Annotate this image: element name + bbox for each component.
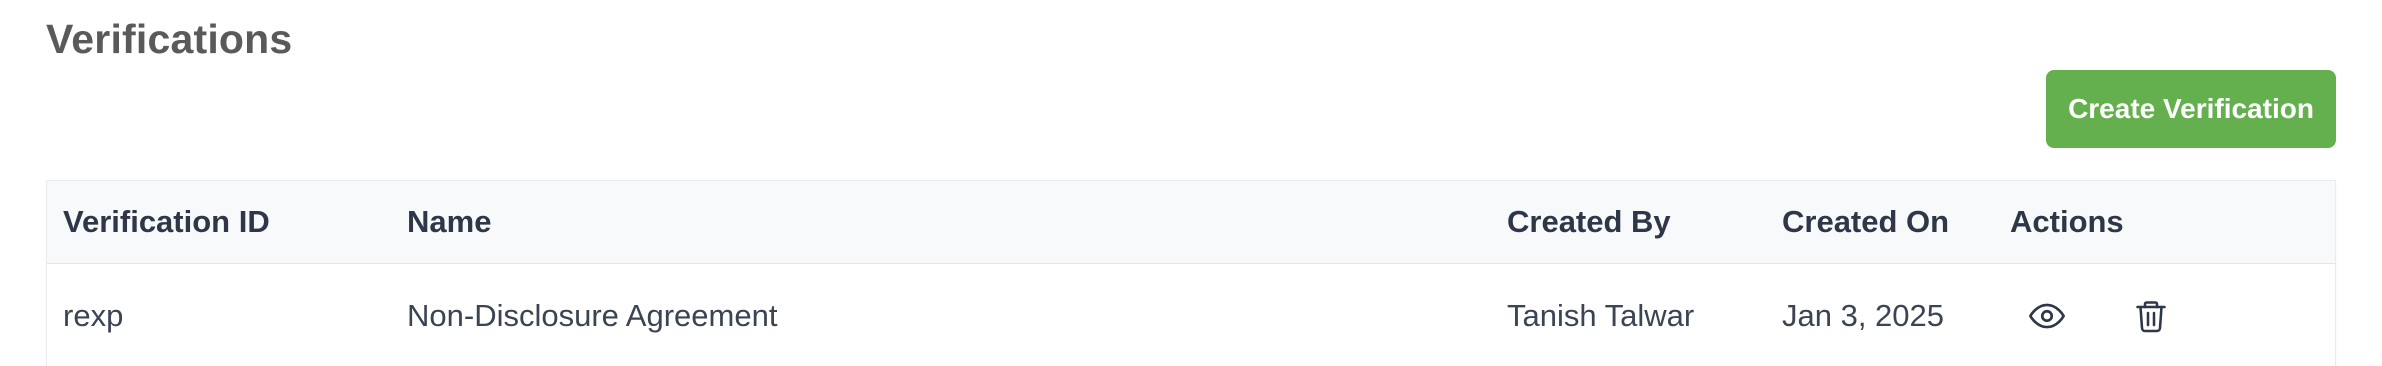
- eye-icon: [2029, 303, 2065, 329]
- trash-icon: [2136, 301, 2166, 333]
- column-header-created-by[interactable]: Created By: [1507, 181, 1671, 263]
- verifications-table: Verification ID Name Created By Created …: [46, 180, 2336, 366]
- cell-name: Non-Disclosure Agreement: [407, 298, 778, 333]
- delete-button[interactable]: [2126, 291, 2176, 341]
- page-title: Verifications: [46, 16, 293, 62]
- table-row[interactable]: rexp Non-Disclosure Agreement Tanish Tal…: [47, 264, 2335, 366]
- cell-created-on: Jan 3, 2025: [1782, 298, 1945, 333]
- table-header: Verification ID Name Created By Created …: [47, 181, 2335, 264]
- create-verification-label: Create Verification: [2068, 93, 2314, 124]
- column-header-actions: Actions: [2010, 204, 2124, 239]
- verifications-page: Verifications Create Verification Verifi…: [0, 0, 2382, 366]
- column-header-name[interactable]: Name: [407, 181, 491, 263]
- column-header-verification-id[interactable]: Verification ID: [63, 181, 270, 263]
- view-button[interactable]: [2022, 291, 2072, 341]
- column-header-created-on[interactable]: Created On: [1782, 181, 1949, 263]
- cell-created-by: Tanish Talwar: [1507, 298, 1695, 333]
- create-verification-button[interactable]: Create Verification: [2046, 70, 2336, 148]
- cell-verification-id: rexp: [63, 298, 124, 333]
